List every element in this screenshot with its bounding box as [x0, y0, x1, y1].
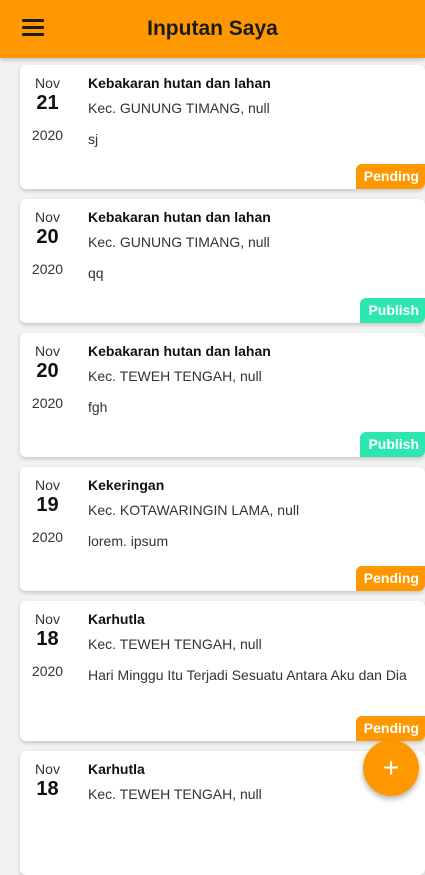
report-card[interactable]: Nov 18 2020 Karhutla Kec. TEWEH TENGAH, …: [20, 601, 425, 741]
report-description: lorem. ipsum: [88, 533, 169, 549]
plus-icon: +: [382, 752, 400, 783]
date-year: 2020: [31, 395, 64, 411]
date-column: Nov 18: [20, 761, 75, 801]
report-location: Kec. TEWEH TENGAH, null: [88, 786, 262, 802]
status-badge: Publish: [360, 432, 425, 457]
report-description: Hari Minggu Itu Terjadi Sesuatu Antara A…: [88, 667, 407, 683]
date-column: Nov 18 2020: [20, 611, 75, 679]
report-location: Kec. GUNUNG TIMANG, null: [88, 100, 270, 116]
hamburger-menu-icon[interactable]: [22, 19, 44, 39]
date-month: Nov: [35, 761, 60, 777]
report-location: Kec. TEWEH TENGAH, null: [88, 636, 262, 652]
date-month: Nov: [35, 75, 60, 91]
report-title: Kebakaran hutan dan lahan: [88, 343, 271, 359]
report-card[interactable]: Nov 19 2020 Kekeringan Kec. KOTAWARINGIN…: [20, 467, 425, 591]
date-day: 20: [36, 360, 59, 382]
date-month: Nov: [35, 477, 60, 493]
report-title: Kekeringan: [88, 477, 165, 493]
report-card[interactable]: Nov 20 2020 Kebakaran hutan dan lahan Ke…: [20, 333, 425, 457]
date-day: 18: [36, 778, 59, 800]
report-card[interactable]: Nov 21 2020 Kebakaran hutan dan lahan Ke…: [20, 65, 425, 189]
date-column: Nov 19 2020: [20, 477, 75, 545]
report-description: sj: [88, 131, 99, 147]
status-badge: Publish: [360, 298, 425, 323]
date-column: Nov 21 2020: [20, 75, 75, 143]
report-location: Kec. KOTAWARINGIN LAMA, null: [88, 502, 300, 518]
app-bar: Inputan Saya: [0, 0, 425, 58]
date-month: Nov: [35, 209, 60, 225]
date-year: 2020: [31, 261, 64, 277]
report-title: Kebakaran hutan dan lahan: [88, 75, 271, 91]
add-report-button[interactable]: +: [363, 740, 419, 796]
date-year: 2020: [31, 127, 64, 143]
date-year: 2020: [31, 663, 64, 679]
report-description: qq: [88, 265, 104, 281]
report-description: fgh: [88, 399, 108, 415]
status-badge: Pending: [355, 716, 425, 741]
date-day: 20: [36, 226, 59, 248]
date-year: 2020: [31, 529, 64, 545]
status-badge: Pending: [355, 566, 425, 591]
report-card[interactable]: Nov 20 2020 Kebakaran hutan dan lahan Ke…: [20, 199, 425, 323]
report-title: Kebakaran hutan dan lahan: [88, 209, 271, 225]
date-day: 19: [36, 494, 59, 516]
page-title: Inputan Saya: [147, 17, 278, 40]
report-location: Kec. TEWEH TENGAH, null: [88, 368, 262, 384]
report-title: Karhutla: [88, 611, 145, 627]
date-month: Nov: [35, 343, 60, 359]
date-day: 18: [36, 628, 59, 650]
date-month: Nov: [35, 611, 60, 627]
date-day: 21: [36, 92, 59, 114]
report-location: Kec. GUNUNG TIMANG, null: [88, 234, 270, 250]
date-column: Nov 20 2020: [20, 343, 75, 411]
date-column: Nov 20 2020: [20, 209, 75, 277]
status-badge: Pending: [355, 164, 425, 189]
